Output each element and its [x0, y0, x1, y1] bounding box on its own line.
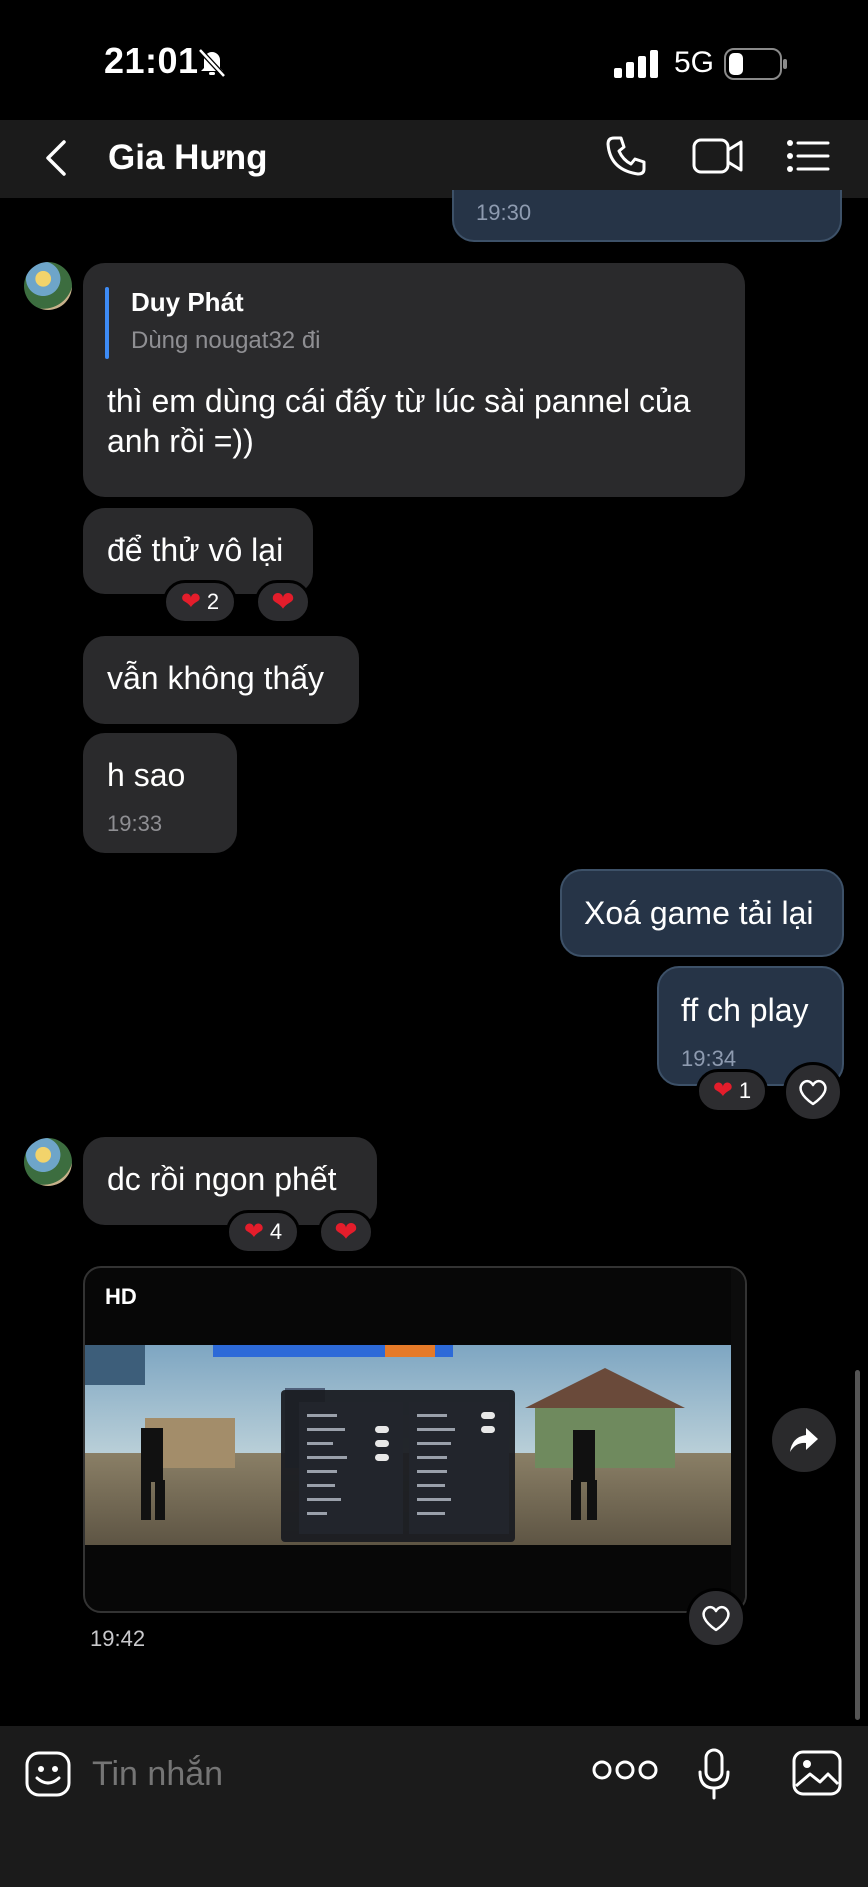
heart-outline-icon — [799, 1079, 827, 1106]
forward-icon — [790, 1428, 818, 1452]
message-bubble-outgoing[interactable]: 19:30 — [452, 190, 842, 242]
reaction-count: 4 — [269, 1219, 283, 1244]
back-arrow-icon[interactable] — [42, 138, 72, 178]
message-text: Xoá game tải lại — [584, 895, 814, 931]
reaction-count-badge[interactable]: ❤ 2 — [163, 580, 237, 624]
menu-list-icon[interactable] — [786, 138, 830, 174]
message-time: 19:42 — [90, 1626, 146, 1651]
reaction-count-badge[interactable]: ❤ 1 — [696, 1069, 768, 1113]
quote-author: Duy Phát — [131, 287, 244, 317]
heart-icon: ❤ — [180, 588, 201, 615]
message-bubble-outgoing[interactable]: Xoá game tải lại — [560, 869, 844, 957]
forward-button[interactable] — [772, 1408, 836, 1472]
message-bubble-incoming[interactable]: Duy Phát Dùng nougat32 đi thì em dùng cá… — [83, 263, 745, 497]
mic-icon[interactable] — [696, 1748, 732, 1800]
avatar[interactable] — [24, 1138, 72, 1186]
message-text: vẫn không thấy — [107, 660, 325, 696]
heart-icon: ❤ — [334, 1216, 358, 1247]
reaction-count: 1 — [738, 1078, 752, 1103]
game-screenshot-image — [85, 1268, 745, 1611]
image-icon[interactable] — [792, 1750, 842, 1796]
message-text-line: thì em dùng cái đấy từ lúc sài pannel củ… — [107, 383, 691, 419]
my-reaction-badge[interactable]: ❤ — [255, 580, 311, 624]
battery-icon — [724, 48, 787, 80]
my-reaction-badge[interactable]: ❤ — [318, 1210, 374, 1254]
message-bubble-incoming[interactable]: h sao 19:33 — [83, 733, 237, 853]
reaction-count: 2 — [206, 589, 220, 614]
more-icon[interactable] — [592, 1758, 658, 1782]
react-button[interactable] — [783, 1062, 843, 1122]
message-time: 19:30 — [476, 200, 532, 225]
image-message[interactable]: HD — [83, 1266, 747, 1613]
heart-icon: ❤ — [243, 1218, 264, 1245]
message-text: ff ch play — [681, 992, 809, 1028]
scrollbar[interactable] — [855, 1370, 860, 1720]
network-label: 5G — [674, 46, 715, 79]
bell-off-icon — [198, 48, 226, 78]
message-time: 19:33 — [107, 811, 163, 836]
reaction-count-badge[interactable]: ❤ 4 — [226, 1210, 300, 1254]
signal-icon — [614, 50, 658, 78]
heart-icon: ❤ — [271, 586, 295, 617]
message-input[interactable] — [90, 1748, 534, 1800]
message-text: để thử vô lại — [107, 532, 284, 568]
heart-icon: ❤ — [712, 1077, 733, 1104]
contact-name[interactable]: Gia Hưng — [108, 138, 268, 178]
message-text-line: anh rồi =)) — [107, 423, 254, 459]
message-bubble-incoming[interactable]: vẫn không thấy — [83, 636, 359, 724]
avatar[interactable] — [24, 262, 72, 310]
heart-outline-icon — [702, 1605, 730, 1632]
quote-text: Dùng nougat32 đi — [131, 327, 321, 354]
emoji-icon[interactable] — [24, 1750, 72, 1798]
message-text: dc rồi ngon phết — [107, 1161, 337, 1197]
video-icon[interactable] — [692, 136, 744, 176]
react-button[interactable] — [686, 1588, 746, 1648]
status-time: 21:01 — [104, 40, 199, 81]
message-text: h sao — [107, 757, 186, 793]
quote-bar — [105, 287, 109, 359]
phone-icon[interactable] — [604, 134, 648, 178]
